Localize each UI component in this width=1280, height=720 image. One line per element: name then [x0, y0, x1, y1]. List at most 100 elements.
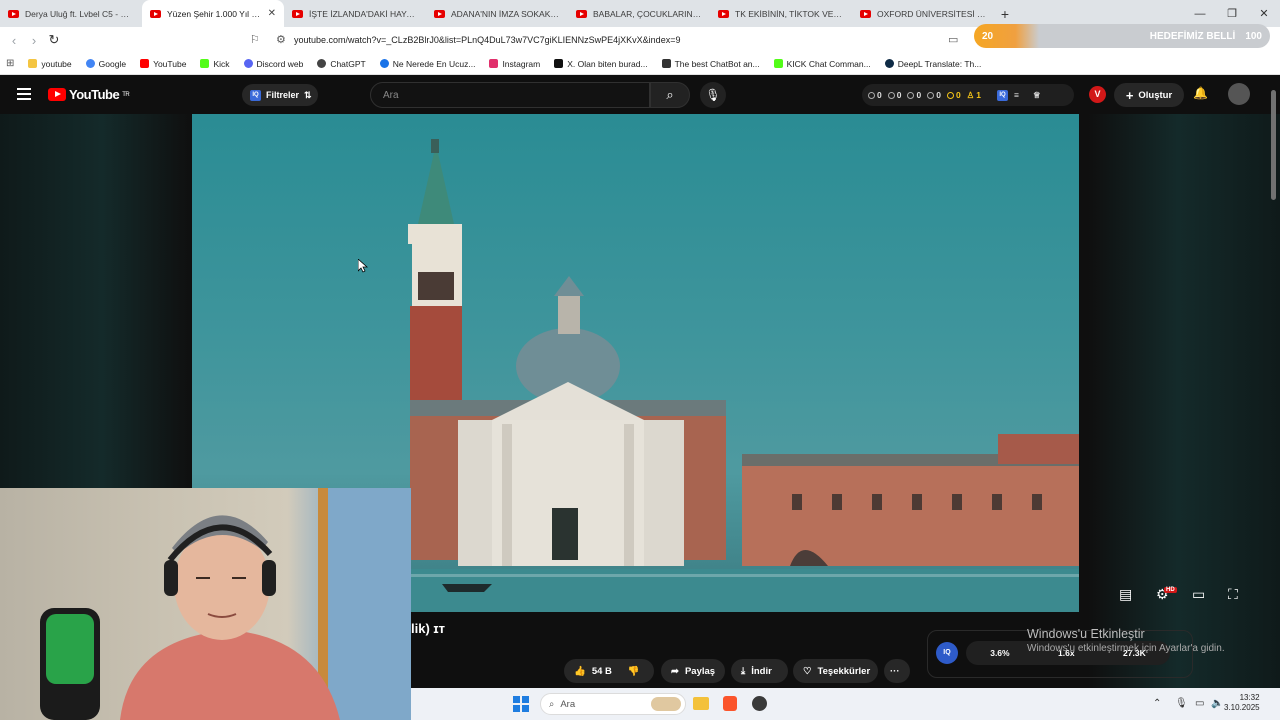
forward-icon[interactable]: › [24, 33, 44, 48]
tab-5[interactable]: TK EKİBİNİN, TİKTOK VE REELS [710, 0, 852, 27]
window-controls: — ❐ ✕ [1184, 0, 1280, 27]
more-actions-button[interactable]: ··· [884, 659, 910, 683]
notifications-bell-icon[interactable]: 🔔 [1193, 86, 1208, 100]
person-icon: ♙ [966, 89, 975, 100]
bookmark-page-icon[interactable]: ⚐ [250, 33, 260, 46]
trophy-icon[interactable]: ♕ [1033, 90, 1041, 101]
mouse-cursor-icon [358, 259, 368, 273]
subtitles-icon[interactable]: ▤ [1119, 586, 1132, 603]
youtube-logo[interactable]: YouTube TR [48, 87, 130, 102]
tab-0[interactable]: Derya Uluğ ft. Lvbel C5 - Okyanus [0, 0, 142, 27]
iq-badge[interactable]: IQ [936, 642, 958, 664]
reload-icon[interactable]: ↻ [44, 32, 64, 48]
kick-icon [200, 59, 210, 68]
like-icon[interactable]: 👍 [574, 666, 586, 677]
discord-icon [243, 59, 253, 68]
list-icon[interactable]: ≡ [1014, 90, 1019, 100]
bookmark-chatbot[interactable]: The best ChatBot an... [661, 59, 760, 69]
extension-stats-bar[interactable]: 0 0 0 0 0 ♙ 1 IQ ≡ ♕ [862, 84, 1074, 106]
new-tab-button[interactable]: + [994, 0, 1016, 27]
extension-promo-bar[interactable]: 20 HEDEFİMİZ BELLİ 100 [974, 24, 1270, 48]
search-icon: ⌕ [549, 698, 555, 710]
url-field[interactable]: youtube.com/watch?v=_CLzB2BlrJ0&list=PLn… [294, 35, 680, 45]
google-icon [85, 59, 95, 68]
youtube-favicon-icon [150, 9, 161, 18]
deepl-icon [884, 59, 894, 68]
bookmark-x[interactable]: X. Olan biten burad... [554, 59, 648, 69]
bookmark-youtube-folder[interactable]: youtube [28, 59, 72, 69]
windows-start-icon[interactable] [513, 696, 529, 712]
windows-activation-subtitle: Windows'u etkinleştirmek için Ayarlar'a … [1027, 643, 1225, 654]
file-explorer-icon[interactable] [693, 697, 709, 710]
volume-icon[interactable]: 🔈 [1211, 698, 1223, 709]
apps-grid-icon[interactable]: ⊞ [6, 58, 14, 69]
download-label: İndir [751, 665, 772, 677]
download-button[interactable]: ⤓ İndir [731, 659, 788, 683]
search-highlight-icon [651, 697, 681, 711]
video-progress-bar[interactable] [410, 574, 1079, 577]
promo-count: 20 [982, 30, 994, 42]
bookmark-kick[interactable]: Kick [200, 59, 230, 69]
filters-button[interactable]: IQ Filtreler ⇅ [242, 84, 318, 106]
page-scrollbar[interactable] [1271, 90, 1276, 200]
stat-item: 0 [927, 90, 941, 100]
youtube-favicon-icon [434, 9, 445, 18]
cast-icon[interactable]: ▭ [948, 33, 958, 46]
eye-icon [907, 91, 915, 99]
clock-date: 3.10.2025 [1224, 703, 1260, 712]
network-icon[interactable]: ▭ [1195, 698, 1204, 709]
minimize-icon[interactable]: — [1184, 0, 1216, 27]
bookmark-google[interactable]: Google [85, 59, 126, 69]
microphone-icon: 🎙 [705, 88, 721, 102]
fullscreen-icon[interactable]: ⛶ [1228, 586, 1238, 603]
x-icon [554, 59, 564, 68]
youtube-favicon-icon [718, 9, 729, 18]
tab-2[interactable]: İŞTE İZLANDA'DAKİ HAYAT: Doğa [284, 0, 426, 27]
search-input[interactable]: Ara [370, 82, 650, 108]
bookmark-deepl[interactable]: DeepL Translate: Th... [884, 59, 981, 69]
bookmark-kick-chat[interactable]: KICK Chat Comman... [773, 59, 871, 69]
eye-icon [927, 91, 935, 99]
iq-extension-icon[interactable]: IQ [997, 89, 1009, 101]
tab-4[interactable]: BABALAR, ÇOCUKLARININ TİKTOK [568, 0, 710, 27]
share-button[interactable]: ➦ Paylaş [661, 659, 725, 683]
menu-icon[interactable] [17, 88, 31, 103]
create-button[interactable]: + Oluştur [1114, 83, 1184, 107]
restore-icon[interactable]: ❐ [1216, 0, 1248, 27]
bookmark-instagram[interactable]: Instagram [489, 59, 540, 69]
chatgpt-icon [317, 59, 327, 68]
like-dislike-group[interactable]: 👍 54 B 👎 [564, 659, 654, 683]
avatar[interactable] [1228, 83, 1250, 105]
taskbar-search[interactable]: ⌕ Ara [540, 693, 686, 715]
share-icon: ➦ [671, 665, 679, 677]
search-button[interactable]: ⌕ [650, 82, 690, 108]
steam-icon[interactable] [752, 696, 767, 711]
bookmark-youtube[interactable]: YouTube [140, 59, 186, 69]
brave-browser-icon[interactable] [723, 696, 737, 711]
tab-6[interactable]: OXFORD ÜNİVERSİTESİ YURT O [852, 0, 994, 27]
taskbar-clock[interactable]: 13:32 3.10.2025 [1224, 693, 1260, 713]
bookmark-chatgpt[interactable]: ChatGPT [317, 59, 366, 69]
voice-search-button[interactable]: 🎙 [700, 82, 726, 108]
site-info-icon[interactable]: ⚙ [276, 33, 286, 46]
thanks-button[interactable]: ♡ Teşekkürler [793, 659, 878, 683]
v-extension-button[interactable]: V [1089, 86, 1106, 103]
theater-mode-icon[interactable]: ▭ [1192, 586, 1205, 603]
microphone-icon[interactable]: 🎙 [1175, 698, 1188, 709]
tab-title: İŞTE İZLANDA'DAKİ HAYAT: Doğa [309, 8, 418, 19]
bookmark-discord[interactable]: Discord web [243, 59, 303, 69]
video-title: lik) ɪᴛ [411, 621, 446, 636]
tab-1-active[interactable]: Yüzen Şehir 1.000 Yıl Sonra ✕ [142, 0, 284, 27]
promo-right: 100 [1245, 30, 1262, 42]
dislike-icon[interactable]: 👎 [628, 666, 640, 677]
back-icon[interactable]: ‹ [4, 33, 24, 48]
close-tab-icon[interactable]: ✕ [268, 8, 276, 19]
tab-title: Yüzen Şehir 1.000 Yıl Sonra [167, 8, 262, 19]
plus-icon: + [1125, 87, 1134, 103]
tab-3[interactable]: ADANA'NIN İMZA SOKAK LEZZETİ [426, 0, 568, 27]
bookmark-nenerede[interactable]: Ne Nerede En Ucuz... [379, 59, 475, 69]
chevron-up-icon[interactable]: ⌃ [1153, 698, 1161, 709]
tab-title: ADANA'NIN İMZA SOKAK LEZZETİ [451, 8, 560, 19]
youtube-favicon-icon [292, 9, 303, 18]
close-window-icon[interactable]: ✕ [1248, 0, 1280, 27]
